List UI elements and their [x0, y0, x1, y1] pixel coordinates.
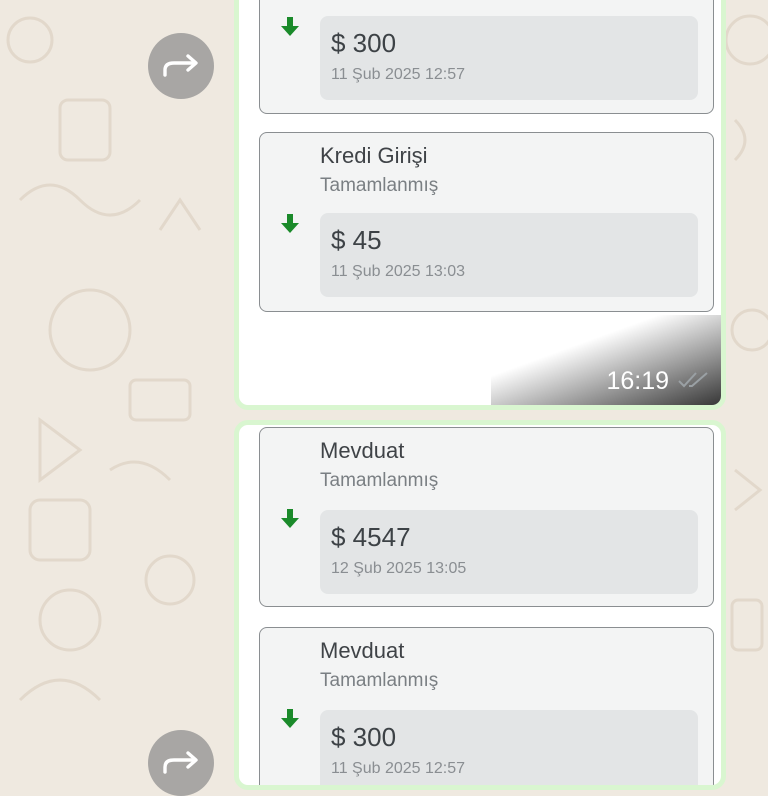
- transaction-date: 11 Şub 2025 13:03: [331, 263, 466, 280]
- transaction-amount: $ 45: [331, 225, 382, 255]
- transaction-card: Kredi Girişi Tamamlanmış $ 45 11 Şub 202…: [259, 132, 714, 312]
- amount-box: $ 4547 12 Şub 2025 13:05: [320, 510, 698, 594]
- transaction-card: Mevduat Tamamlanmış $ 300 11 Şub 2025 12…: [259, 627, 714, 785]
- transaction-status: Tamamlanmış: [320, 470, 439, 491]
- forward-button[interactable]: [148, 730, 214, 796]
- amount-box: $ 45 11 Şub 2025 13:03: [320, 213, 698, 297]
- transaction-date: 11 Şub 2025 12:57: [331, 760, 466, 777]
- transaction-card: $ 300 11 Şub 2025 12:57: [259, 0, 714, 114]
- arrow-down-icon: [281, 17, 299, 36]
- transaction-date: 12 Şub 2025 13:05: [331, 560, 467, 577]
- amount-box: $ 300 11 Şub 2025 12:57: [320, 710, 698, 785]
- transaction-amount: $ 4547: [331, 522, 411, 552]
- image-message[interactable]: $ 300 11 Şub 2025 12:57 Kredi Girişi Tam…: [234, 0, 726, 410]
- transaction-card: Mevduat Tamamlanmış $ 4547 12 Şub 2025 1…: [259, 427, 714, 607]
- amount-box: $ 300 11 Şub 2025 12:57: [320, 16, 698, 100]
- arrow-down-icon: [281, 509, 299, 528]
- transaction-status: Tamamlanmış: [320, 175, 439, 196]
- transaction-date: 11 Şub 2025 12:57: [331, 66, 466, 83]
- forward-icon: [163, 751, 198, 774]
- transaction-title: Kredi Girişi: [320, 143, 428, 168]
- transaction-status: Tamamlanmış: [320, 670, 439, 691]
- transaction-title: Mevduat: [320, 638, 405, 663]
- forward-button[interactable]: [148, 33, 214, 99]
- double-check-icon: [678, 372, 708, 388]
- arrow-down-icon: [281, 214, 299, 233]
- transaction-amount: $ 300: [331, 722, 397, 752]
- forward-icon: [163, 54, 198, 77]
- transaction-title: Mevduat: [320, 438, 405, 463]
- arrow-down-icon: [281, 709, 299, 728]
- message-time: 16:19: [606, 367, 669, 395]
- image-message[interactable]: Mevduat Tamamlanmış $ 4547 12 Şub 2025 1…: [234, 420, 726, 790]
- transaction-amount: $ 300: [331, 28, 397, 58]
